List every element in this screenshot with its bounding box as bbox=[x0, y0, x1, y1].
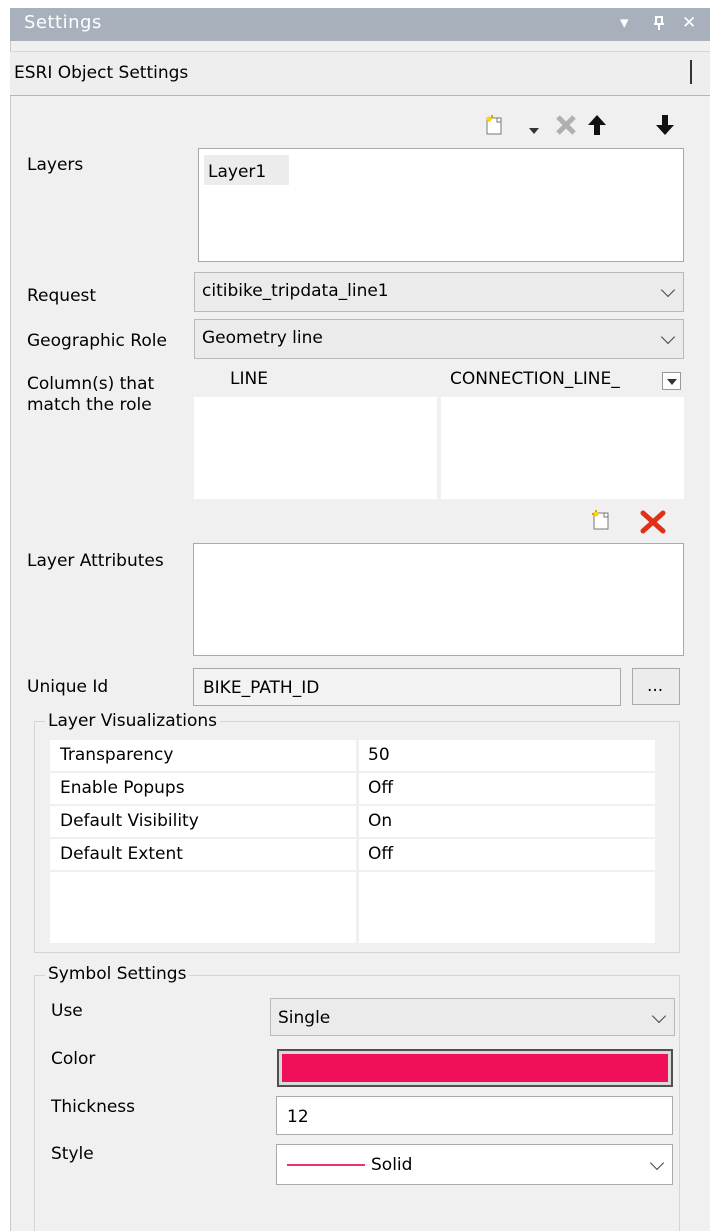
chevron-down-icon bbox=[649, 1155, 665, 1171]
delete-attribute-icon[interactable] bbox=[640, 510, 666, 539]
unique-id-label: Unique Id bbox=[27, 677, 109, 697]
layer-list-item[interactable]: Layer1 bbox=[204, 155, 289, 185]
layer-attributes-label: Layer Attributes bbox=[27, 551, 164, 571]
layers-label: Layers bbox=[27, 155, 84, 175]
request-label: Request bbox=[27, 286, 97, 306]
vis-row-value: 50 bbox=[368, 745, 390, 765]
thickness-input[interactable]: 12 bbox=[276, 1096, 673, 1135]
delete-layer-icon[interactable] bbox=[555, 114, 577, 141]
unique-id-value: BIKE_PATH_ID bbox=[203, 678, 320, 698]
request-value: citibike_tripdata_line1 bbox=[202, 281, 389, 301]
browse-button-label: ... bbox=[647, 676, 664, 696]
layer-attributes-list[interactable] bbox=[193, 543, 684, 656]
symbol-settings-title: Symbol Settings bbox=[45, 964, 190, 984]
vis-row-name: Transparency bbox=[60, 745, 174, 765]
row-divider bbox=[50, 804, 655, 806]
vis-row-value: Off bbox=[368, 844, 394, 864]
chevron-down-icon bbox=[660, 282, 676, 298]
section-title: ESRI Object Settings bbox=[14, 63, 189, 83]
layer-item-label: Layer1 bbox=[208, 162, 267, 182]
style-value: Solid bbox=[371, 1155, 413, 1175]
unique-id-browse-button[interactable]: ... bbox=[632, 668, 680, 705]
column-header-connection-label: CONNECTION_LINE_ bbox=[450, 369, 620, 389]
vis-row-value: Off bbox=[368, 778, 394, 798]
close-icon[interactable]: ✕ bbox=[682, 13, 696, 33]
panel-title: Settings bbox=[24, 12, 102, 33]
geographic-role-label: Geographic Role bbox=[27, 331, 167, 351]
vis-row-name: Default Extent bbox=[60, 844, 183, 864]
move-down-icon[interactable] bbox=[654, 113, 676, 142]
vis-row-name: Default Visibility bbox=[60, 811, 199, 831]
move-up-icon[interactable] bbox=[586, 113, 608, 142]
vis-row-value: On bbox=[368, 811, 393, 831]
thickness-label: Thickness bbox=[51, 1097, 136, 1117]
column-cell-line[interactable] bbox=[194, 397, 437, 499]
columns-role-grid[interactable]: LINE CONNECTION_LINE_ bbox=[194, 366, 684, 499]
layer-visualizations-title: Layer Visualizations bbox=[45, 711, 221, 731]
request-select[interactable]: citibike_tripdata_line1 bbox=[194, 272, 684, 312]
chevron-down-icon bbox=[651, 1008, 667, 1024]
add-attribute-icon[interactable] bbox=[591, 508, 613, 537]
columns-role-label-line1: Column(s) that bbox=[27, 374, 155, 394]
color-label: Color bbox=[51, 1049, 96, 1069]
section-header: ESRI Object Settings bbox=[10, 51, 710, 96]
use-select[interactable]: Single bbox=[270, 998, 675, 1036]
unique-id-field[interactable]: BIKE_PATH_ID bbox=[193, 668, 621, 706]
row-divider bbox=[50, 837, 655, 839]
new-layer-dropdown-icon[interactable] bbox=[529, 121, 539, 141]
section-header-splitter[interactable] bbox=[690, 60, 692, 84]
style-select[interactable]: Solid bbox=[276, 1144, 673, 1185]
style-label: Style bbox=[51, 1144, 94, 1164]
pin-icon[interactable] bbox=[652, 15, 666, 35]
column-header-line[interactable]: LINE bbox=[194, 366, 438, 395]
columns-role-label-line2: match the role bbox=[27, 395, 152, 415]
layers-list[interactable]: Layer1 bbox=[198, 148, 684, 262]
use-value: Single bbox=[278, 1008, 331, 1028]
column-header-line-label: LINE bbox=[230, 369, 268, 389]
panel-title-bar: Settings ▾ ✕ bbox=[10, 8, 710, 41]
geographic-role-value: Geometry line bbox=[202, 328, 323, 348]
use-label: Use bbox=[51, 1001, 83, 1021]
color-swatch bbox=[282, 1054, 668, 1082]
geographic-role-select[interactable]: Geometry line bbox=[194, 319, 684, 359]
row-divider bbox=[50, 870, 655, 872]
color-picker[interactable] bbox=[277, 1049, 673, 1087]
line-style-preview bbox=[287, 1164, 365, 1166]
column-cell-connection[interactable] bbox=[441, 397, 684, 499]
thickness-value: 12 bbox=[287, 1107, 309, 1127]
panel-menu-dropdown-icon[interactable]: ▾ bbox=[620, 13, 629, 33]
row-divider bbox=[50, 771, 655, 773]
new-layer-icon[interactable] bbox=[484, 114, 506, 136]
vis-row-name: Enable Popups bbox=[60, 778, 185, 798]
chevron-down-icon bbox=[660, 329, 676, 345]
column-header-connection[interactable]: CONNECTION_LINE_ bbox=[440, 366, 684, 395]
column-dropdown-button[interactable] bbox=[662, 372, 681, 390]
